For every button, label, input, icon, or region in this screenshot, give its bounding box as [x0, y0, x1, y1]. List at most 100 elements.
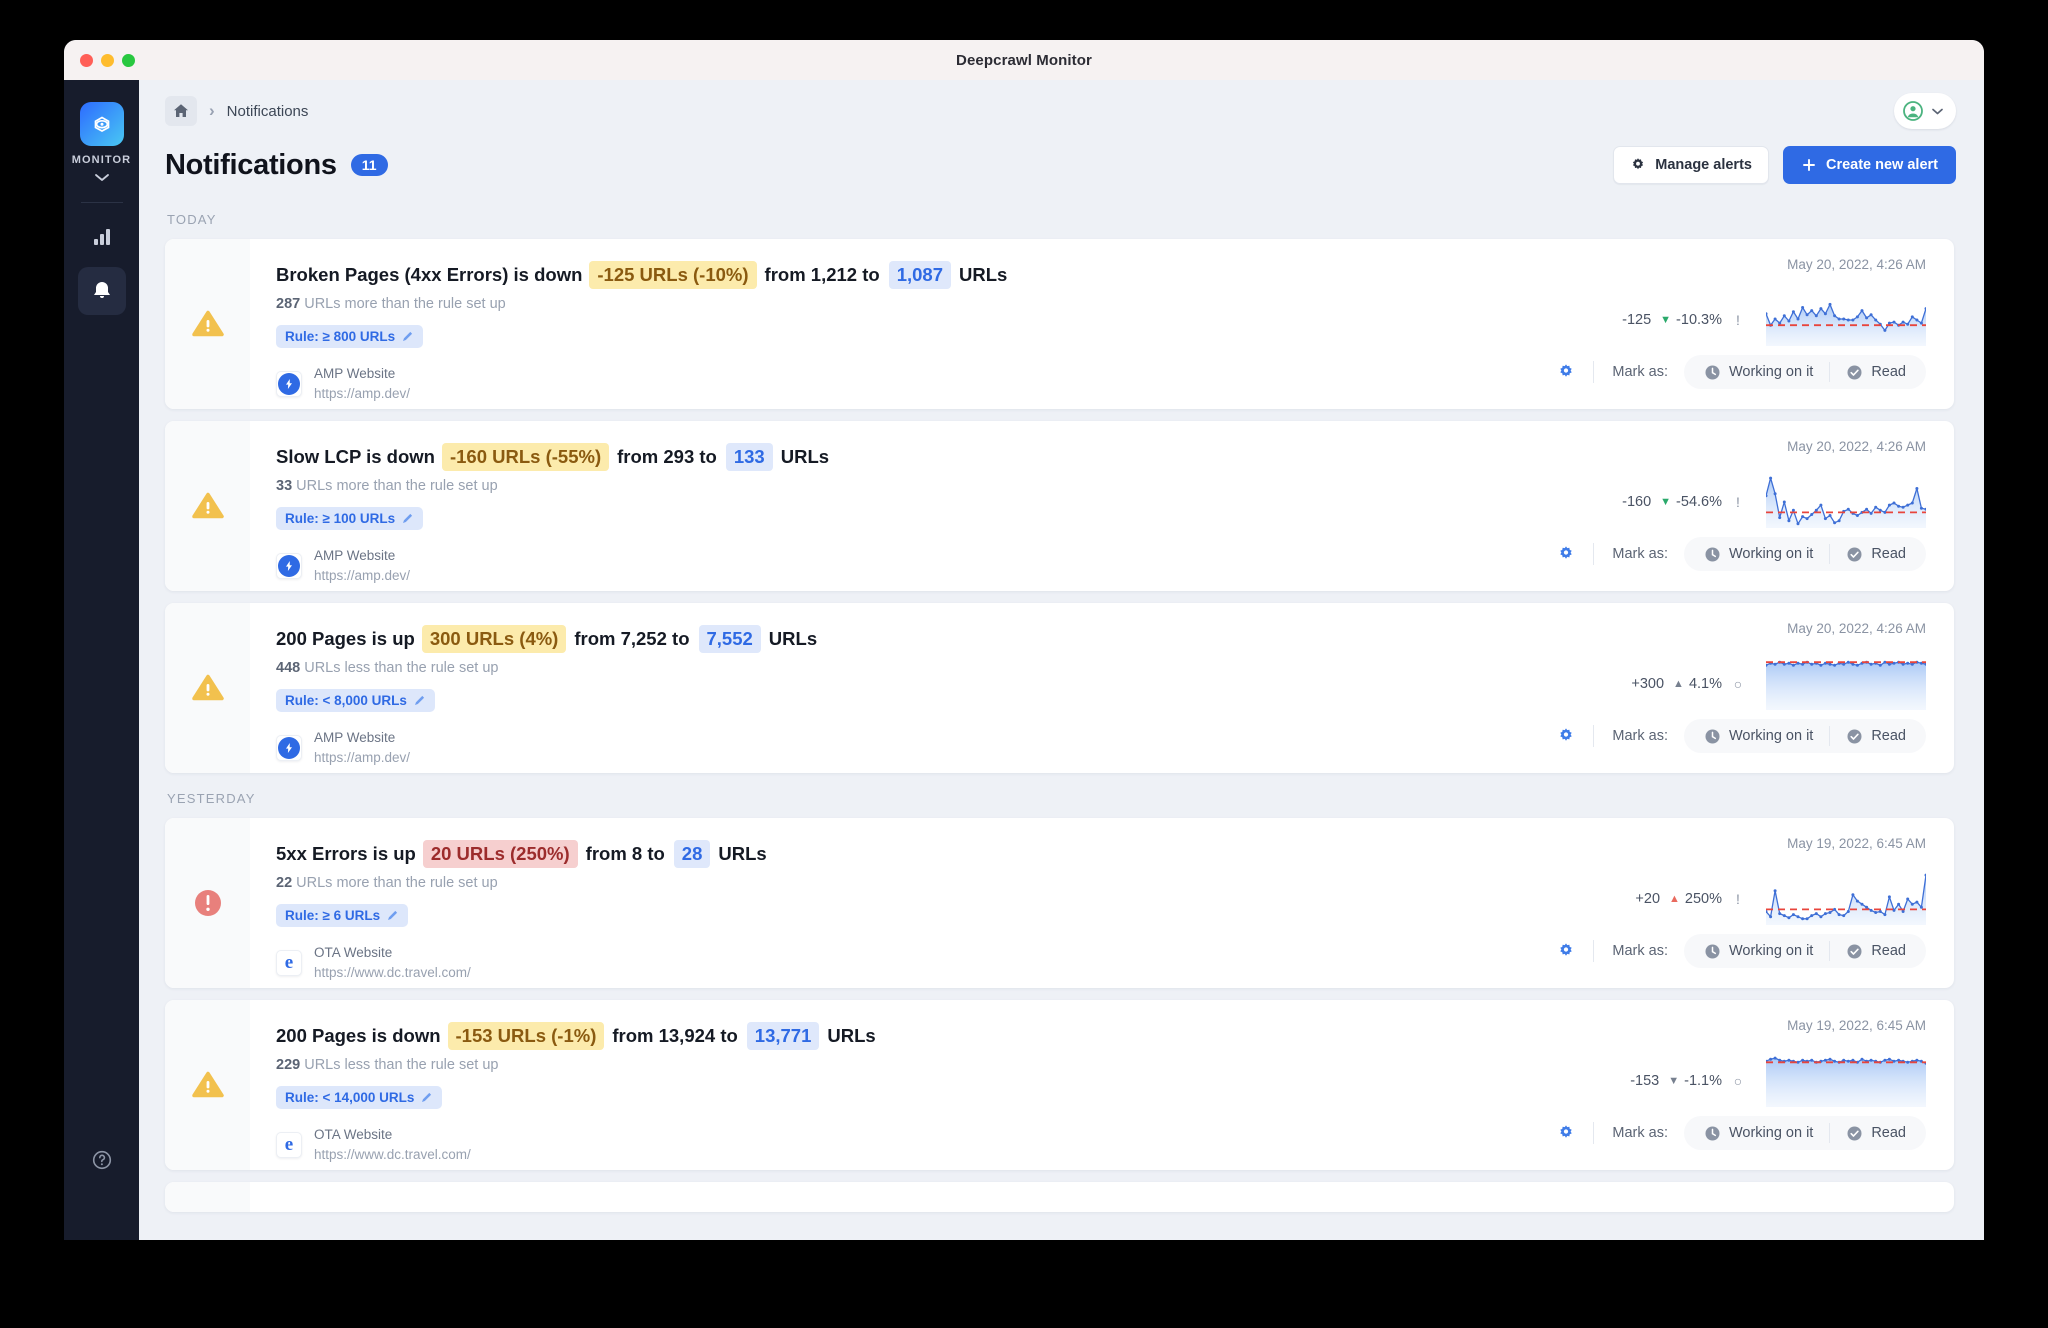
mark-as-group: Working on it Read	[1683, 355, 1926, 389]
notification-card-partial[interactable]	[165, 1182, 1954, 1212]
mark-working-on-it-button[interactable]: Working on it	[1688, 537, 1829, 571]
mark-working-label: Working on it	[1728, 546, 1814, 562]
rule-badge[interactable]: Rule: ≥ 100 URLs	[276, 507, 424, 531]
metric-summary: -153 ▼ -1.1% ○	[1394, 1055, 1926, 1107]
headline-from: from 1,212 to	[764, 264, 880, 285]
manage-alerts-button[interactable]: Manage alerts	[1613, 146, 1769, 184]
headline-prefix: 200 Pages is up	[276, 628, 415, 649]
mark-read-button[interactable]: Read	[1830, 934, 1922, 968]
mark-read-button[interactable]: Read	[1830, 719, 1922, 753]
site-name: AMP Website	[314, 730, 396, 746]
breadcrumb-home-button[interactable]	[165, 96, 197, 126]
card-settings-button[interactable]	[1557, 545, 1575, 563]
check-circle-icon	[1847, 1126, 1862, 1140]
metric-percent: 4.1%	[1688, 676, 1722, 692]
rule-comparison-count: 33	[276, 478, 293, 495]
notification-timestamp: May 19, 2022, 6:45 AM	[1787, 836, 1926, 851]
metric-percent: -1.1%	[1684, 1073, 1722, 1089]
headline-suffix: URLs	[718, 843, 767, 864]
breadcrumb-current[interactable]: Notifications	[227, 103, 309, 120]
metric-delta: -125	[1622, 312, 1652, 328]
mark-working-label: Working on it	[1728, 728, 1814, 744]
mark-as-label: Mark as:	[1612, 546, 1668, 562]
rule-comparison-count: 448	[276, 660, 301, 677]
site-url: https://www.dc.travel.com/	[314, 964, 471, 980]
metric-summary: +20 ▲ 250% !	[1394, 873, 1926, 925]
user-account-menu[interactable]	[1894, 93, 1956, 129]
rule-comparison-text: 22 URLs more than the rule set up	[276, 875, 498, 892]
site-name: OTA Website	[314, 1127, 393, 1143]
gear-icon	[1633, 158, 1644, 170]
rule-badge[interactable]: Rule: < 8,000 URLs	[276, 689, 435, 713]
card-settings-button[interactable]	[1557, 1124, 1575, 1142]
mark-as-label: Mark as:	[1612, 1125, 1668, 1141]
group-label: YESTERDAY	[167, 791, 256, 806]
metric-summary: +300 ▲ 4.1% ○	[1394, 658, 1926, 710]
notification-card[interactable]: 200 Pages is down -153 URLs (-1%) from 1…	[165, 1000, 1954, 1170]
notification-card[interactable]: 200 Pages is up 300 URLs (4%) from 7,252…	[165, 603, 1954, 773]
card-settings-button[interactable]	[1557, 942, 1575, 960]
site-info[interactable]: e OTA Website https://www.dc.travel.com/	[276, 943, 1394, 982]
card-settings-button[interactable]	[1557, 363, 1575, 381]
sidebar-divider	[80, 202, 123, 203]
site-favicon: e	[276, 949, 302, 976]
mark-read-label: Read	[1871, 728, 1906, 744]
headline-from: from 7,252 to	[574, 628, 690, 649]
site-info[interactable]: AMP Website https://amp.dev/	[276, 546, 1394, 585]
notification-card[interactable]: 5xx Errors is up 20 URLs (250%) from 8 t…	[165, 818, 1954, 988]
headline-from: from 13,924 to	[612, 1025, 738, 1046]
rule-badge-label: Rule: < 14,000 URLs	[285, 1090, 415, 1106]
action-divider	[1593, 725, 1595, 747]
severity-indicator	[165, 1182, 250, 1212]
deepcrawl-logo-icon[interactable]	[79, 102, 124, 146]
action-divider	[1593, 543, 1595, 565]
site-info[interactable]: e OTA Website https://www.dc.travel.com/	[276, 1125, 1394, 1164]
card-actions: Mark as: Working on it Read	[1394, 719, 1926, 773]
rule-badge[interactable]: Rule: < 14,000 URLs	[276, 1086, 443, 1110]
rule-comparison-count: 22	[276, 875, 293, 892]
mark-read-button[interactable]: Read	[1830, 537, 1922, 571]
critical-error-icon	[194, 890, 221, 916]
mark-read-button[interactable]: Read	[1830, 1116, 1922, 1150]
metric-delta: -153	[1630, 1073, 1660, 1089]
mark-as-group: Working on it Read	[1683, 537, 1926, 571]
rule-badge[interactable]: Rule: ≥ 800 URLs	[276, 325, 424, 349]
notifications-list[interactable]: TODAY Broken Pages (4xx Errors) is down …	[139, 206, 1984, 1240]
sidebar-item-reports[interactable]	[78, 213, 126, 261]
notification-headline: Broken Pages (4xx Errors) is down -125 U…	[276, 261, 1394, 290]
chevron-down-icon[interactable]	[93, 170, 111, 188]
mark-working-on-it-button[interactable]: Working on it	[1688, 719, 1829, 753]
notification-card[interactable]: Broken Pages (4xx Errors) is down -125 U…	[165, 239, 1954, 409]
group-label: TODAY	[167, 212, 217, 227]
mark-read-button[interactable]: Read	[1830, 355, 1922, 389]
notification-headline: Slow LCP is down -160 URLs (-55%) from 2…	[276, 443, 1394, 472]
mark-working-on-it-button[interactable]: Working on it	[1688, 934, 1829, 968]
mark-working-on-it-button[interactable]: Working on it	[1688, 1116, 1829, 1150]
notification-card[interactable]: Slow LCP is down -160 URLs (-55%) from 2…	[165, 421, 1954, 591]
site-favicon	[276, 370, 302, 397]
site-favicon: e	[276, 1131, 302, 1158]
severity-indicator	[165, 421, 250, 591]
mark-read-label: Read	[1871, 364, 1906, 380]
site-info[interactable]: AMP Website https://amp.dev/	[276, 364, 1394, 403]
headline-prefix: 200 Pages is down	[276, 1025, 441, 1046]
mark-as-label: Mark as:	[1612, 943, 1668, 959]
site-info[interactable]: AMP Website https://amp.dev/	[276, 728, 1394, 767]
metric-flag-icon: !	[1736, 312, 1740, 328]
current-value-badge: 1,087	[888, 261, 951, 290]
mark-working-label: Working on it	[1728, 364, 1814, 380]
card-settings-button[interactable]	[1557, 727, 1575, 745]
create-alert-label: Create new alert	[1825, 157, 1938, 173]
sidebar-item-notifications[interactable]	[77, 267, 126, 315]
sidebar-item-help[interactable]	[78, 1136, 126, 1184]
rule-badge[interactable]: Rule: ≥ 6 URLs	[276, 904, 409, 928]
mark-working-on-it-button[interactable]: Working on it	[1688, 355, 1829, 389]
site-url: https://amp.dev/	[314, 749, 411, 765]
mark-as-label: Mark as:	[1612, 364, 1668, 380]
create-new-alert-button[interactable]: Create new alert	[1782, 146, 1956, 184]
gear-icon	[1560, 364, 1573, 377]
notification-headline: 5xx Errors is up 20 URLs (250%) from 8 t…	[276, 840, 1394, 869]
trend-sparkline-chart	[1766, 476, 1926, 528]
gear-icon	[1560, 943, 1573, 956]
check-circle-icon	[1847, 365, 1862, 379]
